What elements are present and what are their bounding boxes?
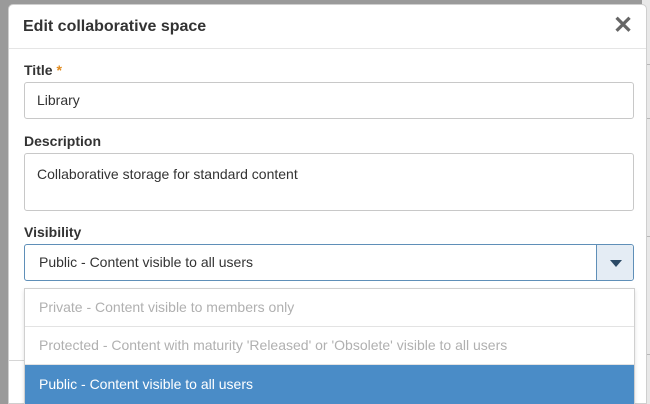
dialog-footer (9, 305, 24, 361)
close-icon[interactable]: ✕ (612, 14, 634, 38)
title-label-text: Title (24, 62, 53, 78)
visibility-dropdown-toggle[interactable] (596, 245, 633, 280)
visibility-selected-value: Public - Content visible to all users (39, 254, 253, 270)
visibility-options-list: Private - Content visible to members onl… (24, 288, 635, 404)
description-textarea[interactable]: Collaborative storage for standard conte… (24, 153, 634, 211)
edit-space-dialog: Edit collaborative space ✕ Title * Librar… (8, 4, 647, 404)
visibility-label: Visibility (24, 224, 82, 240)
chevron-down-icon (610, 260, 622, 267)
dialog-header: Edit collaborative space ✕ (9, 5, 646, 49)
visibility-option-private[interactable]: Private - Content visible to members onl… (25, 289, 634, 327)
dialog-title: Edit collaborative space (23, 18, 207, 35)
title-label: Title * (24, 62, 62, 78)
description-label: Description (24, 133, 102, 149)
title-input[interactable]: Library (24, 82, 634, 119)
visibility-option-protected[interactable]: Protected - Content with maturity 'Relea… (25, 327, 634, 365)
visibility-select[interactable]: Public - Content visible to all users (24, 244, 634, 281)
visibility-option-public[interactable]: Public - Content visible to all users (25, 365, 634, 404)
required-marker: * (56, 62, 62, 78)
